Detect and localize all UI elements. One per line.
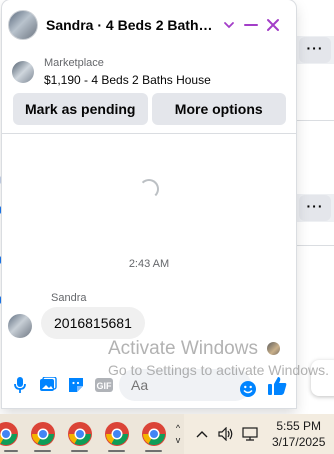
- taskbar-apps: ^ v: [0, 414, 184, 454]
- loading-spinner-icon: [139, 179, 159, 199]
- chrome-taskbar-icon[interactable]: [0, 414, 24, 454]
- scroll-down-icon[interactable]: v: [176, 434, 181, 446]
- message-timestamp: 2:43 AM: [128, 258, 170, 270]
- contact-avatar[interactable]: [8, 10, 38, 40]
- listing-label: Marketplace: [44, 57, 104, 69]
- chrome-taskbar-icon[interactable]: [61, 414, 98, 454]
- background-divider: [296, 245, 334, 246]
- background-more-button[interactable]: ···: [299, 195, 331, 221]
- chevron-up-icon[interactable]: [192, 424, 212, 444]
- sticker-icon[interactable]: [65, 374, 87, 396]
- chat-window: Sandra · 4 Beds 2 Baths H··· Marketplace…: [2, 0, 296, 408]
- chrome-taskbar-icon[interactable]: [135, 414, 172, 454]
- marketplace-listing[interactable]: Marketplace $1,190 - 4 Beds 2 Baths Hous…: [10, 54, 290, 90]
- chat-header: Sandra · 4 Beds 2 Baths H···: [2, 0, 296, 50]
- minimize-icon[interactable]: [240, 14, 262, 36]
- taskbar-clock[interactable]: 5:55 PM 3/17/2025: [272, 418, 325, 450]
- photo-icon[interactable]: [37, 374, 59, 396]
- new-message-button[interactable]: [311, 360, 334, 396]
- listing-text: Marketplace $1,190 - 4 Beds 2 Baths Hous…: [44, 57, 211, 87]
- message-input[interactable]: [119, 369, 251, 401]
- more-options-button[interactable]: More options: [151, 93, 286, 125]
- chat-title[interactable]: Sandra · 4 Beds 2 Baths H···: [46, 17, 218, 33]
- chevron-down-icon[interactable]: [218, 14, 240, 36]
- listing-thumbnail: [12, 61, 34, 83]
- network-icon[interactable]: [240, 424, 260, 444]
- listing-actions: Mark as pending More options: [13, 93, 286, 125]
- microphone-icon[interactable]: [9, 374, 31, 396]
- chrome-taskbar-icon[interactable]: [24, 414, 61, 454]
- background-divider: [296, 120, 334, 121]
- mark-as-pending-button[interactable]: Mark as pending: [13, 93, 148, 125]
- sender-name: Sandra: [51, 292, 87, 304]
- background-more-button[interactable]: ···: [299, 37, 331, 63]
- chrome-taskbar-icon[interactable]: [98, 414, 135, 454]
- taskbar: ^ v 5:55 PM 3/17/2025: [0, 414, 334, 454]
- system-tray: 5:55 PM 3/17/2025: [192, 414, 325, 454]
- clock-date: 3/17/2025: [272, 435, 326, 449]
- thumbs-up-icon[interactable]: [266, 375, 288, 397]
- clock-time: 5:55 PM: [276, 419, 322, 433]
- sender-avatar[interactable]: [8, 314, 32, 338]
- close-icon[interactable]: [262, 14, 284, 36]
- volume-icon[interactable]: [216, 424, 236, 444]
- taskbar-scroll[interactable]: ^ v: [172, 414, 184, 454]
- message-list[interactable]: 2:43 AM Sandra 2016815681: [2, 134, 296, 356]
- gif-icon[interactable]: GIF: [93, 374, 115, 396]
- message-bubble[interactable]: 2016815681: [41, 307, 145, 339]
- emoji-icon[interactable]: [237, 378, 259, 400]
- scroll-up-icon[interactable]: ^: [176, 422, 180, 434]
- contact-chip-avatar[interactable]: [267, 342, 280, 355]
- svg-text:GIF: GIF: [97, 381, 113, 391]
- listing-title: $1,190 - 4 Beds 2 Baths House: [44, 73, 211, 87]
